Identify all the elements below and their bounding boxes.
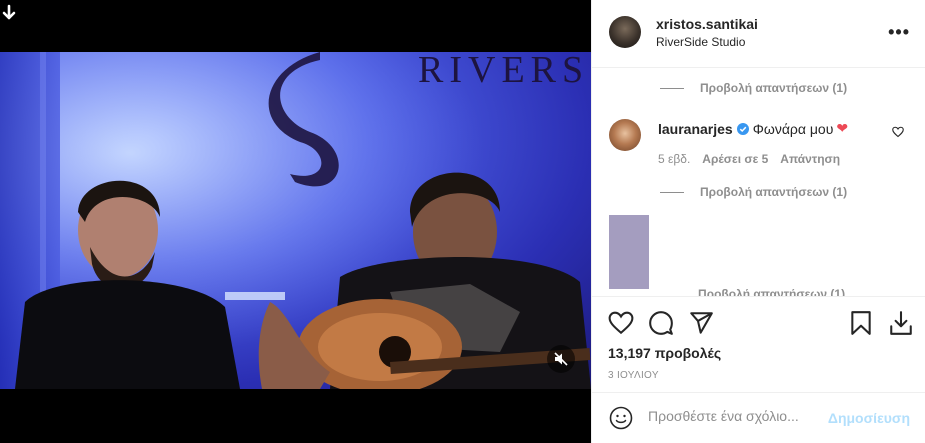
more-options-icon[interactable]: ••• [888, 22, 910, 43]
post-comment-button[interactable]: Δημοσίευση [828, 410, 910, 426]
comment-meta: 5 εβδ. Αρέσει σε 5 Απάντηση [658, 152, 840, 166]
red-heart-emoji: ❤ [836, 120, 849, 136]
download-icon[interactable] [888, 310, 914, 336]
author-avatar[interactable] [609, 16, 641, 48]
arrow-down-icon[interactable] [0, 4, 18, 22]
commenter-avatar[interactable] [609, 119, 641, 151]
comment-input[interactable] [648, 408, 828, 424]
commenter-username[interactable]: lauranarjes [658, 121, 733, 137]
view-count[interactable]: 13,197 προβολές [608, 345, 721, 361]
verified-badge-icon [736, 122, 749, 135]
send-icon[interactable] [688, 310, 714, 336]
comment-like-icon[interactable] [892, 126, 904, 138]
comment-time[interactable]: 5 εβδ. [658, 152, 690, 166]
view-replies-button[interactable]: Προβολή απαντήσεων (1) [660, 81, 847, 95]
comments-list: Προβολή απαντήσεων (1) lauranarjes Φωνάρ… [592, 68, 925, 296]
add-comment-bar: Δημοσίευση [592, 392, 925, 443]
comment-body: lauranarjes Φωνάρα μου ❤ [658, 120, 848, 137]
divider [660, 191, 684, 193]
post-actions: 13,197 προβολές 3 ΙΟΥΛΙΟΥ [592, 296, 925, 392]
comment-image-thumbnail[interactable] [609, 215, 649, 289]
heart-icon[interactable] [608, 310, 634, 336]
post-location[interactable]: RiverSide Studio [656, 35, 745, 49]
media-panel: RIVERS [0, 0, 591, 443]
view-replies-label: Προβολή απαντήσεων (1) [700, 81, 848, 95]
view-replies-cutoff[interactable]: Προβολή απαντήσεων (1) [698, 287, 845, 296]
video-frame: RIVERS [0, 52, 591, 389]
mute-button[interactable] [547, 345, 575, 373]
view-replies-label: Προβολή απαντήσεων (1) [700, 185, 848, 199]
speaker-muted-icon [554, 352, 568, 366]
post-date[interactable]: 3 ΙΟΥΛΙΟΥ [608, 370, 659, 381]
post-panel: xristos.santikai RiverSide Studio ••• Πρ… [591, 0, 925, 443]
bookmark-icon[interactable] [848, 310, 874, 336]
reply-button[interactable]: Απάντηση [780, 152, 840, 166]
comment-text: Φωνάρα μου [752, 120, 834, 137]
post-header: xristos.santikai RiverSide Studio ••• [592, 0, 925, 68]
emoji-icon[interactable] [609, 406, 633, 430]
author-username[interactable]: xristos.santikai [656, 16, 758, 32]
comment-likes[interactable]: Αρέσει σε 5 [702, 152, 768, 166]
divider [660, 87, 684, 89]
comment-icon[interactable] [648, 310, 674, 336]
signage-text: RIVERS [418, 52, 589, 91]
video-player[interactable]: RIVERS [0, 52, 591, 389]
instagram-post-modal: RIVERS xristos.santikai RiverSide Studio… [0, 0, 925, 443]
view-replies-button-2[interactable]: Προβολή απαντήσεων (1) [660, 185, 847, 199]
